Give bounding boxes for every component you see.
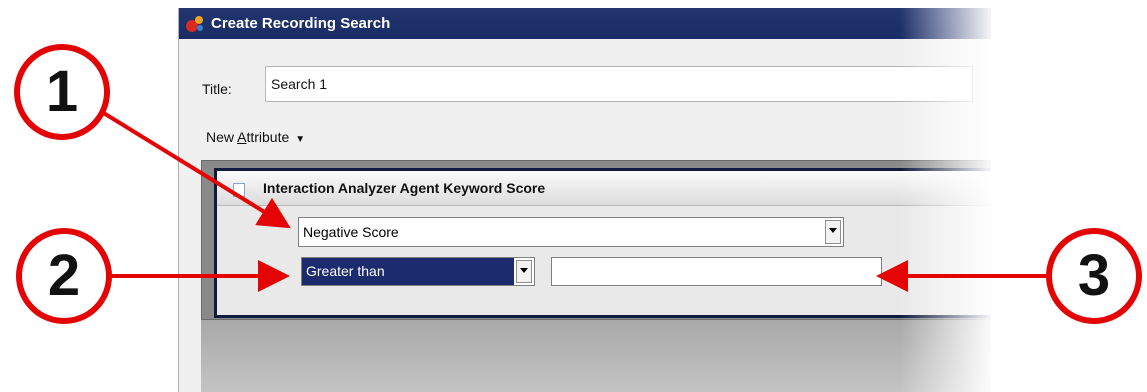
app-icon [186, 16, 203, 32]
callout-1: 1 [14, 44, 110, 140]
title-label: Title: [202, 81, 232, 97]
operator-value: Greater than [302, 258, 514, 285]
empty-results-area [201, 320, 991, 392]
window-title: Create Recording Search [211, 15, 391, 32]
create-recording-search-dialog: Create Recording Search Title: New Attri… [178, 8, 991, 392]
callout-3: 3 [1046, 228, 1142, 324]
document-icon [233, 183, 245, 197]
attribute-header[interactable]: Interaction Analyzer Agent Keyword Score [217, 171, 991, 206]
attribute-header-title: Interaction Analyzer Agent Keyword Score [263, 180, 546, 196]
score-type-value: Negative Score [303, 224, 399, 240]
dropdown-arrow-icon[interactable] [516, 260, 532, 283]
chevron-down-icon: ▼ [295, 134, 306, 145]
titlebar: Create Recording Search [179, 8, 991, 39]
new-attribute-prefix: New [206, 129, 238, 145]
callout-2: 2 [16, 228, 112, 324]
operator-select[interactable]: Greater than [301, 257, 535, 286]
score-value-input[interactable] [551, 257, 882, 286]
new-attribute-button[interactable]: New Attribute ▼ [206, 129, 305, 145]
dropdown-arrow-icon[interactable] [825, 220, 841, 244]
new-attribute-suffix: ttribute [246, 129, 290, 145]
attribute-panel: Interaction Analyzer Agent Keyword Score… [214, 168, 991, 318]
title-input[interactable] [265, 66, 973, 102]
score-type-select[interactable]: Negative Score [298, 217, 844, 247]
